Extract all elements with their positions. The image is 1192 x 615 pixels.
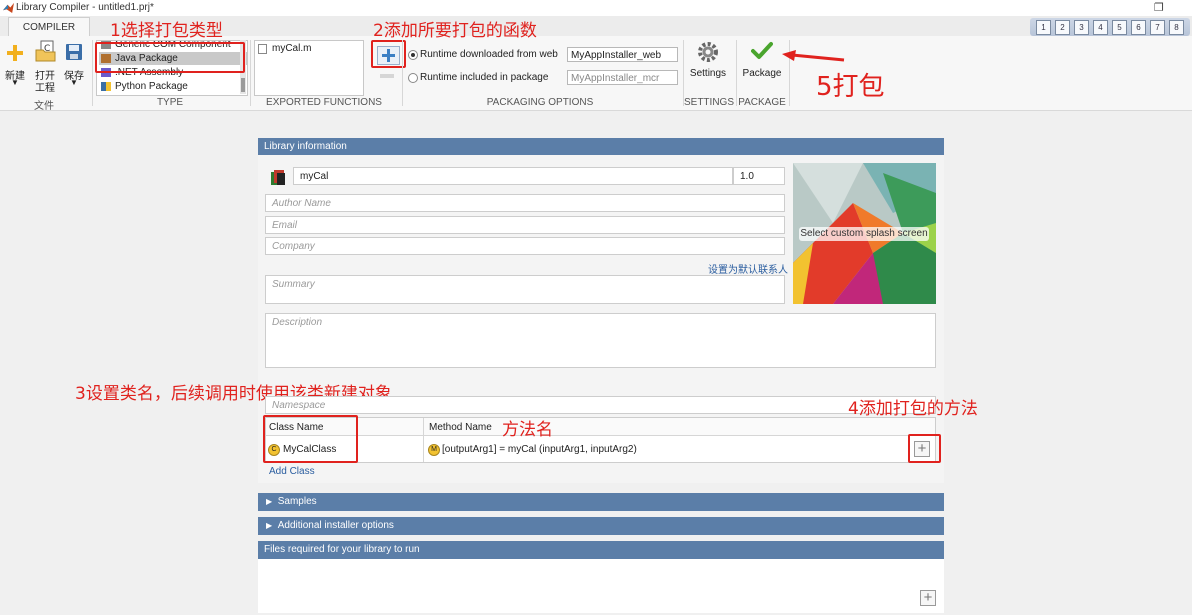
checkmark-icon[interactable]	[751, 41, 773, 61]
namespace-input[interactable]: Namespace	[265, 396, 936, 414]
runtime-included-label: Runtime included in package	[420, 72, 549, 83]
email-input[interactable]: Email	[265, 216, 785, 234]
class-table-header	[266, 418, 935, 436]
add-file-button[interactable]: +	[920, 590, 936, 606]
section-label-settings: SETTINGS	[683, 97, 734, 108]
company-input[interactable]: Company	[265, 237, 785, 255]
section-label-type: TYPE	[156, 97, 184, 108]
matlab-logo-icon	[3, 2, 14, 13]
chevron-down-icon[interactable]: ▼	[11, 78, 19, 87]
chevron-down-icon[interactable]: ▼	[70, 78, 78, 87]
author-name-input[interactable]: Author Name	[265, 194, 785, 212]
section-label-exported-functions: EXPORTED FUNCTIONS	[266, 97, 382, 108]
type-item-python-package[interactable]: Python Package	[99, 80, 247, 93]
chevron-right-icon: ▶	[266, 521, 273, 530]
annotation-box-add-method	[908, 434, 941, 463]
open-project-button-line2[interactable]: 工程	[33, 79, 57, 94]
summary-input[interactable]: Summary	[265, 275, 785, 304]
annotation-box-type	[95, 42, 245, 73]
quick-access-button-6[interactable]: 6	[1131, 20, 1146, 35]
annotation-method-name: 方法名	[502, 420, 553, 440]
quick-access-button-2[interactable]: 2	[1055, 20, 1070, 35]
settings-button[interactable]: Settings	[686, 68, 730, 79]
splash-screen-image[interactable]: Select custom splash screen	[793, 163, 936, 304]
python-icon	[101, 82, 111, 91]
chevron-right-icon: ▶	[266, 497, 273, 506]
set-default-contact-link[interactable]: 设置为默认联系人	[708, 261, 788, 276]
samples-label: Samples	[277, 496, 317, 507]
annotation-arrow-icon	[782, 50, 845, 62]
method-name-cell[interactable]: [outputArg1] = myCal (inputArg1, inputAr…	[442, 444, 637, 455]
restore-window-button[interactable]: ❐	[1154, 1, 1164, 14]
quick-access-toolbar	[1030, 18, 1190, 36]
library-version-input[interactable]: 1.0	[733, 167, 785, 185]
save-icon[interactable]	[65, 43, 83, 61]
package-button[interactable]: Package	[740, 68, 784, 79]
divider	[92, 40, 93, 106]
exported-function-item[interactable]: myCal.m	[272, 43, 311, 54]
additional-installer-options-label: Additional installer options	[277, 520, 394, 531]
library-name-input[interactable]: myCal	[293, 167, 733, 185]
add-class-link[interactable]: Add Class	[269, 466, 315, 477]
gear-icon[interactable]	[697, 41, 719, 63]
quick-access-button-5[interactable]: 5	[1112, 20, 1127, 35]
mcr-installer-name-input[interactable]: MyAppInstaller_mcr	[567, 70, 678, 85]
quick-access-button-7[interactable]: 7	[1150, 20, 1165, 35]
open-project-icon[interactable]: C	[35, 40, 57, 62]
web-installer-name-input[interactable]: MyAppInstaller_web	[567, 47, 678, 62]
annotation-step4: 4添加打包的方法	[848, 399, 978, 419]
quick-access-button-1[interactable]: 1	[1036, 20, 1051, 35]
runtime-web-radio[interactable]	[408, 50, 418, 60]
section-label-package: PACKAGE	[738, 97, 786, 108]
runtime-included-radio[interactable]	[408, 73, 418, 83]
m-file-icon	[258, 44, 267, 54]
title-bar: Library Compiler - untitled1.prj* ❐	[0, 0, 1192, 17]
section-label-file: 文件	[34, 101, 54, 112]
annotation-box-add-function	[371, 40, 406, 68]
new-project-icon[interactable]	[5, 43, 25, 63]
quick-access-button-8[interactable]: 8	[1169, 20, 1184, 35]
description-input[interactable]: Description	[265, 313, 936, 368]
method-name-column-header: Method Name	[429, 422, 492, 433]
tab-compiler[interactable]: COMPILER	[8, 17, 90, 37]
remove-function-button[interactable]	[380, 74, 394, 78]
column-divider	[423, 418, 424, 462]
quick-access-button-3[interactable]: 3	[1074, 20, 1089, 35]
runtime-web-label: Runtime downloaded from web	[420, 49, 558, 60]
divider	[250, 40, 251, 106]
annotation-step5: 5打包	[816, 72, 885, 102]
exported-functions-list[interactable]: myCal.m	[254, 40, 364, 96]
type-item-label: Python Package	[115, 81, 188, 92]
files-required-panel	[258, 559, 944, 613]
quick-access-button-4[interactable]: 4	[1093, 20, 1108, 35]
method-icon: M	[428, 444, 440, 456]
select-splash-screen-label[interactable]: Select custom splash screen	[799, 227, 929, 241]
divider	[402, 40, 403, 106]
additional-installer-options-header[interactable]: ▶ Additional installer options	[258, 517, 944, 535]
scrollbar-thumb[interactable]	[241, 78, 245, 92]
annotation-box-class-name	[263, 415, 358, 463]
samples-section-header[interactable]: ▶ Samples	[258, 493, 944, 511]
annotation-step2: 2添加所要打包的函数	[373, 21, 537, 41]
window-title: Library Compiler - untitled1.prj*	[16, 2, 154, 13]
annotation-step1: 1选择打包类型	[110, 21, 223, 41]
section-label-packaging-options: PACKAGING OPTIONS	[486, 97, 594, 108]
library-information-header: Library information	[258, 138, 944, 156]
files-required-header: Files required for your library to run	[258, 541, 944, 559]
library-icon[interactable]	[269, 168, 287, 186]
